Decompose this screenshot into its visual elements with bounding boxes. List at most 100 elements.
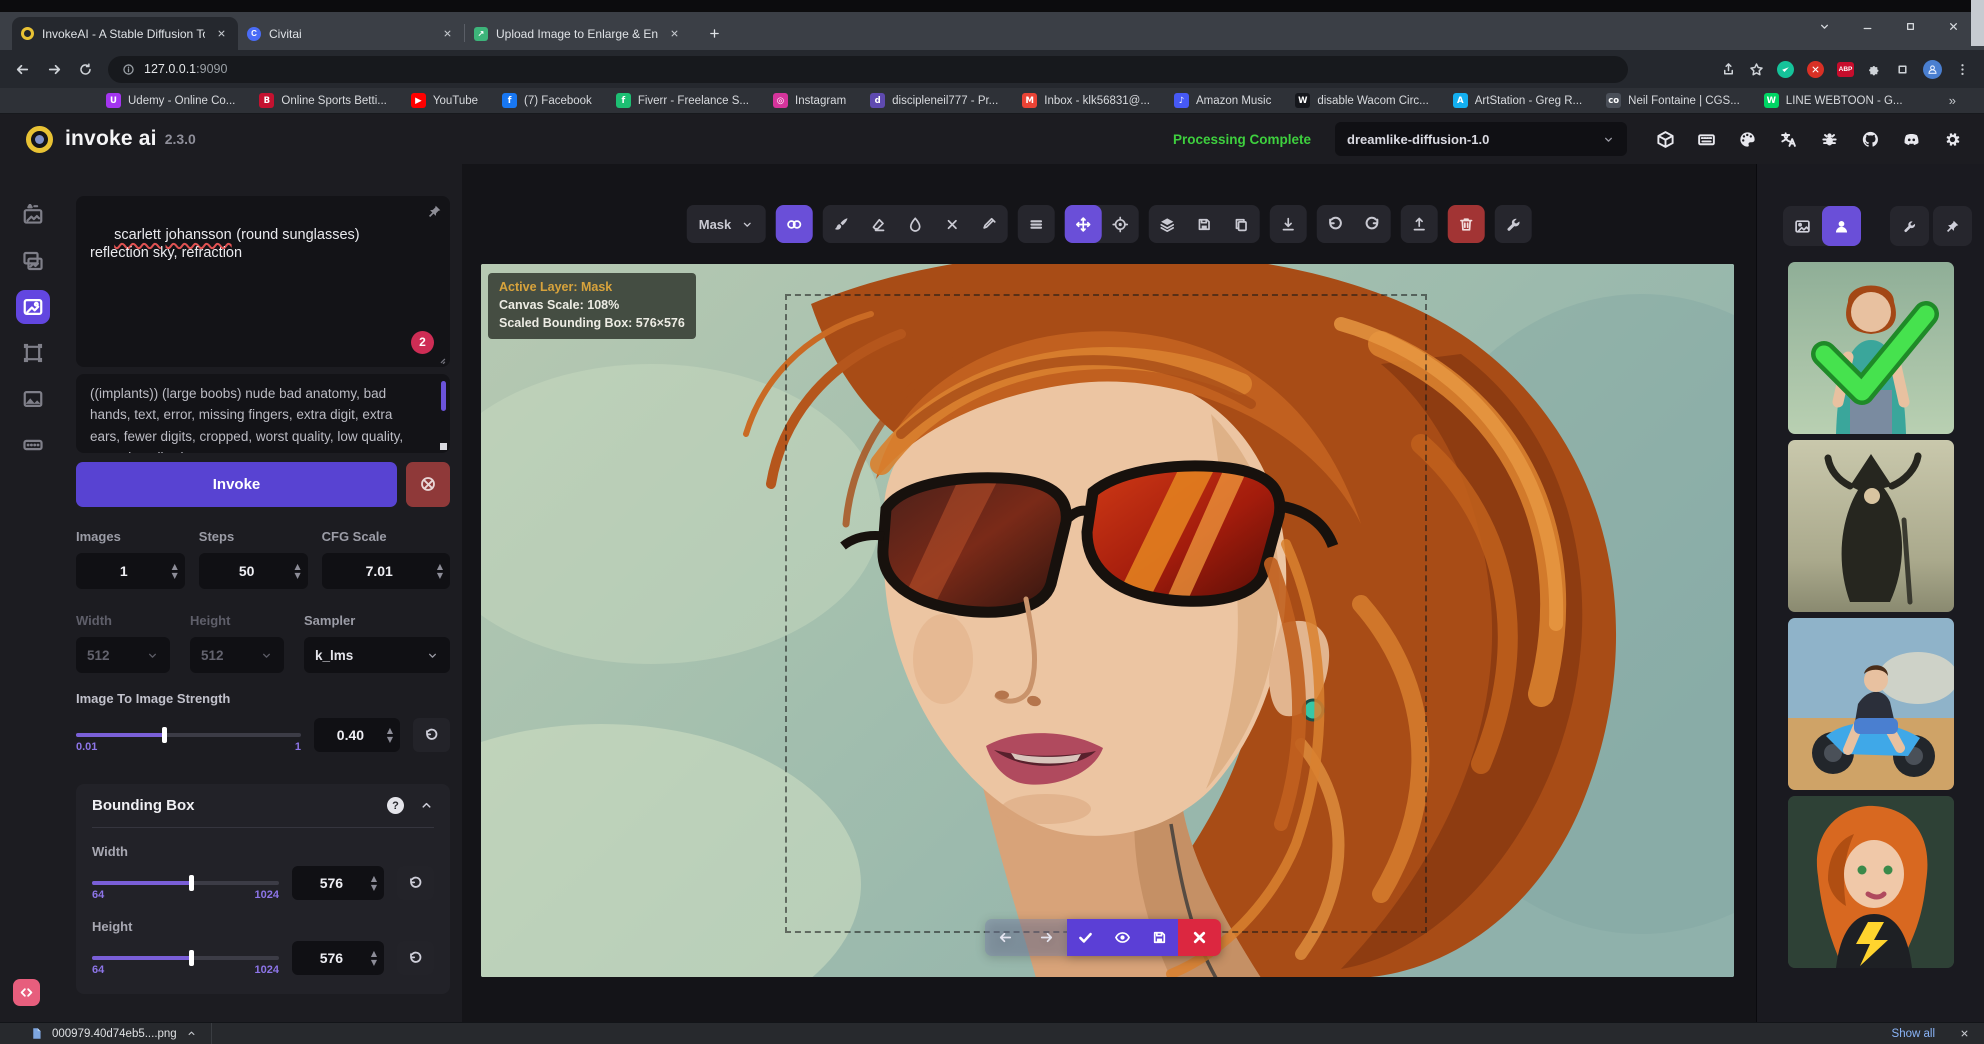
tab-close-icon[interactable] [666, 26, 682, 42]
redo-button[interactable] [1353, 205, 1390, 243]
gallery-user-tab[interactable] [1822, 206, 1861, 246]
bookmark-item[interactable]: U Udemy - Online Co... [106, 93, 235, 108]
steps-stepper[interactable] [294, 563, 300, 579]
browser-menu-icon[interactable] [1955, 62, 1970, 77]
cfg-stepper[interactable] [437, 563, 443, 579]
steps-input[interactable]: 50 [199, 553, 308, 589]
negative-prompt-scrollbar[interactable] [441, 381, 446, 411]
move-tool-button[interactable] [1064, 205, 1101, 243]
download-chevron-icon[interactable] [186, 1028, 197, 1039]
bookmark-item[interactable]: f (7) Facebook [502, 93, 592, 108]
tab-close-icon[interactable] [439, 26, 455, 42]
undo-button[interactable] [1316, 205, 1353, 243]
strength-stepper[interactable] [387, 727, 393, 743]
url-field[interactable]: 127.0.0.1:9090 [108, 56, 1628, 83]
strength-input[interactable]: 0.40 [314, 718, 400, 752]
previous-image-button[interactable] [985, 919, 1026, 956]
tab-training[interactable] [16, 428, 50, 462]
canvas[interactable]: Active Layer: Mask Canvas Scale: 108% Sc… [481, 264, 1734, 977]
canvas-settings-button[interactable] [1494, 205, 1531, 243]
settings-button[interactable] [1936, 123, 1968, 155]
brush-tool-button[interactable] [822, 205, 859, 243]
bbox-width-stepper[interactable] [371, 875, 377, 891]
copy-to-clipboard-button[interactable] [1222, 205, 1259, 243]
reset-view-button[interactable] [1101, 205, 1138, 243]
window-maximize-button[interactable] [1904, 20, 1917, 33]
color-picker-button[interactable] [970, 205, 1007, 243]
forward-button[interactable] [46, 61, 63, 78]
erase-bounding-box-button[interactable] [933, 205, 970, 243]
tab-invokeai[interactable]: InvokeAI - A Stable Diffusion Too [12, 17, 238, 50]
tab-close-icon[interactable] [213, 26, 229, 42]
height-select[interactable]: 512 [190, 637, 284, 673]
mute-extension-icon[interactable] [1807, 61, 1824, 78]
merge-visible-button[interactable] [1148, 205, 1185, 243]
prompt-input[interactable]: scarlettjohansson(round sunglasses) refl… [76, 196, 450, 367]
github-button[interactable] [1854, 123, 1886, 155]
bookmark-star-icon[interactable] [1749, 62, 1764, 77]
gallery-images-tab[interactable] [1783, 206, 1822, 246]
hotkeys-button[interactable] [1690, 123, 1722, 155]
bookmark-item[interactable]: ◎ Instagram [773, 93, 846, 108]
bookmarks-overflow-chevron[interactable]: » [1949, 93, 1964, 108]
layer-select[interactable]: Mask [687, 205, 766, 243]
model-manager-button[interactable] [1649, 123, 1681, 155]
sampler-select[interactable]: k_lms [304, 637, 450, 673]
extensions-puzzle-icon[interactable] [1867, 62, 1882, 77]
tab-civitai[interactable]: C Civitai [238, 17, 464, 50]
tab-post-processing[interactable] [16, 382, 50, 416]
collapse-chevron-icon[interactable] [419, 798, 434, 813]
tab-image-to-image[interactable] [16, 244, 50, 278]
bookmark-item[interactable]: M Inbox - klk56831@... [1022, 93, 1150, 108]
next-image-button[interactable] [1026, 919, 1067, 956]
bookmark-item[interactable]: W disable Wacom Circ... [1295, 93, 1428, 108]
gallery-thumbnail-4[interactable] [1788, 796, 1954, 968]
resize-handle-icon[interactable] [434, 352, 447, 365]
images-input[interactable]: 1 [76, 553, 185, 589]
new-tab-button[interactable] [701, 20, 727, 46]
fill-bounding-box-button[interactable] [896, 205, 933, 243]
bbox-width-input[interactable]: 576 [292, 866, 384, 900]
bookmark-item[interactable]: W LINE WEBTOON - G... [1764, 93, 1903, 108]
gallery-pin-button[interactable] [1933, 206, 1972, 246]
bbox-width-slider[interactable]: 64 1024 [92, 881, 279, 885]
profile-avatar[interactable] [1923, 60, 1942, 79]
upload-image-button[interactable] [1400, 205, 1437, 243]
bbox-height-reset-button[interactable] [397, 941, 434, 975]
console-toggle-button[interactable] [13, 979, 40, 1006]
language-button[interactable] [1772, 123, 1804, 155]
back-button[interactable] [14, 61, 31, 78]
close-shelf-button[interactable] [1959, 1028, 1970, 1039]
bookmark-item[interactable]: ▶ YouTube [411, 93, 478, 108]
eraser-tool-button[interactable] [859, 205, 896, 243]
theme-button[interactable] [1731, 123, 1763, 155]
strength-slider[interactable]: 0.01 1 [76, 733, 301, 737]
clear-canvas-button[interactable] [1447, 205, 1484, 243]
gallery-thumbnail-1[interactable] [1788, 262, 1954, 434]
save-to-gallery-button[interactable] [1141, 919, 1178, 956]
window-menu-chevron-icon[interactable] [1818, 20, 1831, 33]
images-stepper[interactable] [172, 563, 178, 579]
model-select[interactable]: dreamlike-diffusion-1.0 [1335, 122, 1627, 156]
cancel-button[interactable] [406, 462, 450, 507]
show-all-link[interactable]: Show all [1892, 1028, 1935, 1040]
mask-visibility-button[interactable] [775, 205, 812, 243]
accept-image-button[interactable] [1067, 919, 1104, 956]
tab-text-to-image[interactable] [16, 198, 50, 232]
save-canvas-button[interactable] [1185, 205, 1222, 243]
window-close-button[interactable] [1947, 20, 1960, 33]
resize-handle[interactable] [440, 443, 447, 450]
gallery-thumbnail-2[interactable] [1788, 440, 1954, 612]
share-icon[interactable] [1721, 62, 1736, 77]
strength-reset-button[interactable] [413, 718, 450, 752]
bounding-box-outline[interactable] [785, 294, 1427, 933]
width-select[interactable]: 512 [76, 637, 170, 673]
bbox-height-input[interactable]: 576 [292, 941, 384, 975]
help-icon[interactable] [387, 797, 404, 814]
invoke-button[interactable]: Invoke [76, 462, 397, 507]
bbox-height-stepper[interactable] [371, 950, 377, 966]
pin-icon[interactable] [427, 204, 442, 219]
download-item[interactable]: 000979.40d74eb5....png [0, 1023, 211, 1044]
cfg-input[interactable]: 7.01 [322, 553, 450, 589]
show-hide-image-button[interactable] [1104, 919, 1141, 956]
